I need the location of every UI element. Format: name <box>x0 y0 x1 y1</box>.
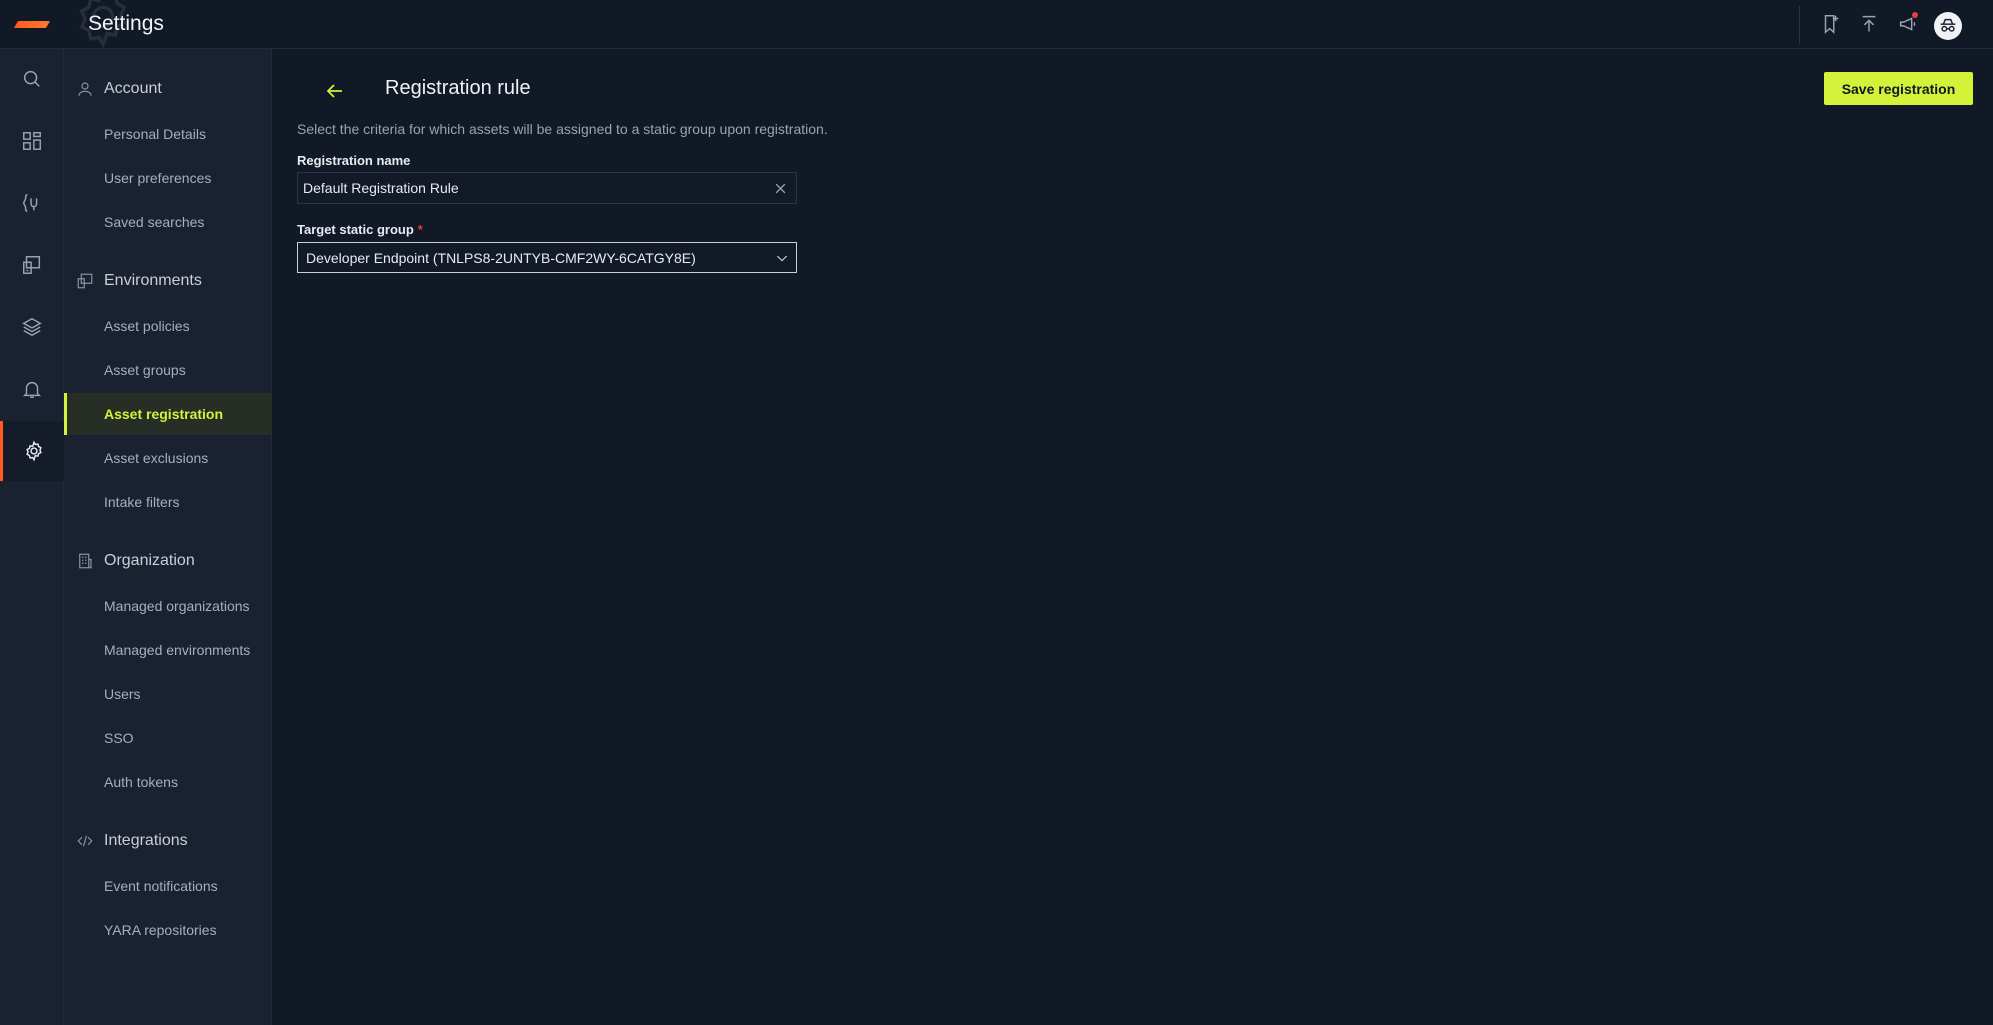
logo[interactable] <box>13 21 51 28</box>
announcement-icon[interactable] <box>1897 12 1919 35</box>
registration-name-label: Registration name <box>297 153 411 168</box>
required-marker: * <box>417 222 423 237</box>
environments-icon <box>76 272 94 290</box>
section-organization-label: Organization <box>104 552 195 569</box>
user-icon <box>76 80 94 98</box>
sidebar-item-managed-environments[interactable]: Managed environments <box>64 629 272 671</box>
sidebar-item-saved-searches[interactable]: Saved searches <box>64 201 272 243</box>
divider <box>1799 6 1800 44</box>
target-group-value: Developer Endpoint (TNLPS8-2UNTYB-CMF2WY… <box>306 249 696 266</box>
save-registration-button[interactable]: Save registration <box>1824 72 1973 105</box>
rail-dashboard[interactable] <box>0 111 64 171</box>
main-content: Registration rule Save registration Sele… <box>273 49 1993 1025</box>
sidebar-item-user-preferences[interactable]: User preferences <box>64 157 272 199</box>
sidebar-item-yara-repositories[interactable]: YARA repositories <box>64 909 272 951</box>
sidebar-item-asset-exclusions[interactable]: Asset exclusions <box>64 437 272 479</box>
section-account-label: Account <box>104 80 162 97</box>
chevron-down-icon <box>776 255 788 262</box>
incognito-icon <box>1940 18 1956 32</box>
rail-alerts[interactable] <box>0 359 64 419</box>
sidebar-item-asset-policies[interactable]: Asset policies <box>64 305 272 347</box>
building-icon <box>76 552 94 570</box>
clear-icon[interactable] <box>773 181 788 196</box>
assets-icon <box>23 256 41 274</box>
section-environments-label: Environments <box>104 272 202 289</box>
notification-dot <box>1912 12 1918 18</box>
sidebar-item-auth-tokens[interactable]: Auth tokens <box>64 761 272 803</box>
sidebar-item-personal-details[interactable]: Personal Details <box>64 113 272 155</box>
page-title: Registration rule <box>385 77 531 99</box>
icon-rail <box>0 49 64 1025</box>
sidebar-item-users[interactable]: Users <box>64 673 272 715</box>
sidebar-item-asset-groups[interactable]: Asset groups <box>64 349 272 391</box>
registration-name-input[interactable] <box>298 180 758 196</box>
settings-sidebar: Account Personal Details User preference… <box>64 49 272 1025</box>
section-account: Account <box>64 74 272 104</box>
sidebar-item-asset-registration[interactable]: Asset registration <box>64 393 272 435</box>
sidebar-item-managed-organizations[interactable]: Managed organizations <box>64 585 272 627</box>
rail-search[interactable] <box>0 49 64 109</box>
top-bar: Settings <box>0 0 1993 49</box>
sidebar-item-event-notifications[interactable]: Event notifications <box>64 865 272 907</box>
section-organization: Organization <box>64 546 272 576</box>
back-button[interactable] <box>323 79 347 103</box>
section-integrations-label: Integrations <box>104 832 188 849</box>
section-integrations: Integrations <box>64 826 272 856</box>
layers-icon <box>22 317 42 337</box>
rail-queries[interactable] <box>0 173 64 233</box>
page-header-title: Settings <box>88 12 164 35</box>
rail-layers[interactable] <box>0 297 64 357</box>
sidebar-item-sso[interactable]: SSO <box>64 717 272 759</box>
code-icon <box>76 832 94 850</box>
arrow-left-icon <box>326 84 342 98</box>
dashboard-icon <box>23 132 41 150</box>
rail-assets[interactable] <box>0 235 64 295</box>
target-group-select[interactable]: Developer Endpoint (TNLPS8-2UNTYB-CMF2WY… <box>297 242 797 273</box>
registration-name-field[interactable] <box>297 172 797 204</box>
target-group-label-text: Target static group <box>297 222 414 237</box>
bookmark-icon[interactable] <box>1820 13 1842 35</box>
section-environments: Environments <box>64 266 272 296</box>
avatar[interactable] <box>1934 12 1962 40</box>
page-description: Select the criteria for which assets wil… <box>297 121 828 137</box>
rail-settings[interactable] <box>0 421 64 481</box>
search-icon <box>23 70 40 87</box>
target-group-label: Target static group * <box>297 222 423 237</box>
query-braces-icon <box>23 194 38 212</box>
upload-icon[interactable] <box>1858 13 1880 35</box>
sidebar-item-intake-filters[interactable]: Intake filters <box>64 481 272 523</box>
gear-icon <box>25 440 42 462</box>
bell-icon <box>22 381 42 398</box>
